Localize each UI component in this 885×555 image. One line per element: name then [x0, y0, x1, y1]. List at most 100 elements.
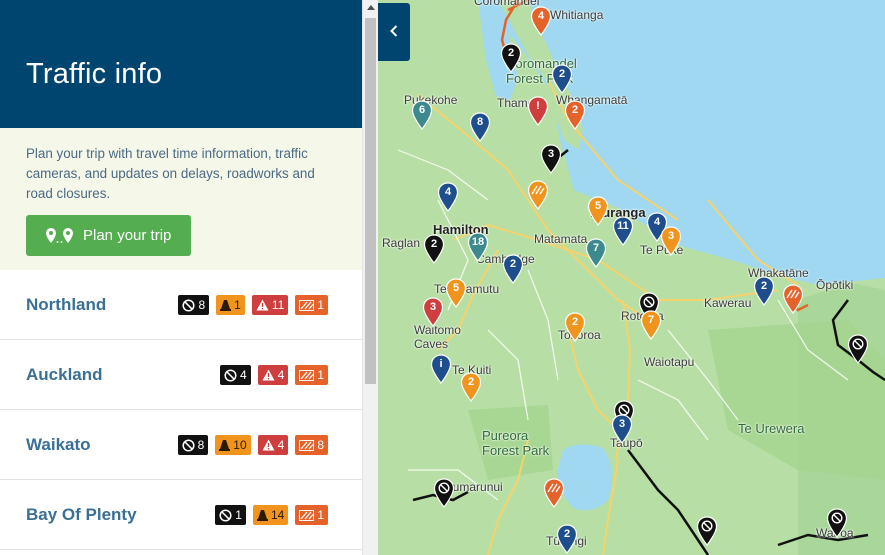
page-title: Traffic info — [26, 58, 163, 90]
region-row-northland[interactable]: Northland 8 1 11 1 — [0, 270, 362, 340]
delay-stripes-icon — [786, 289, 800, 299]
map-pin-closure[interactable] — [847, 334, 869, 364]
plan-trip-button[interactable]: Plan your trip — [26, 215, 192, 256]
closures-badge: 8 — [177, 435, 209, 455]
map-pin-count: 5 — [594, 200, 602, 212]
place-te-urewera: Te Urewera — [738, 421, 805, 436]
region-name[interactable]: Auckland — [26, 365, 103, 385]
delay-stripes-icon — [299, 369, 315, 381]
map-pin-roadwork[interactable]: 5 — [445, 278, 467, 308]
map-pin-camera[interactable]: 6 — [411, 100, 433, 130]
delay-stripes-icon — [299, 509, 315, 521]
map-pin-info[interactable]: 2 — [753, 276, 775, 306]
place-opotiki: Ōpōtiki — [816, 278, 854, 292]
warning-icon — [262, 369, 275, 381]
map-pin-info[interactable]: 3 — [611, 414, 633, 444]
region-row-waikato[interactable]: Waikato 8 10 4 8 — [0, 410, 362, 480]
road-closed-icon — [219, 508, 232, 522]
region-row-auckland[interactable]: Auckland 4 4 1 — [0, 340, 362, 410]
region-badges: 4 4 1 — [219, 365, 328, 385]
warnings-badge: 4 — [257, 435, 289, 455]
map-pin-closure[interactable]: 3 — [540, 144, 562, 174]
region-badges: 1 14 1 — [215, 505, 328, 525]
map-pin-roadwork[interactable]: 2 — [460, 372, 482, 402]
map-pin-delay[interactable]: 4 — [530, 6, 552, 36]
map-pin-warning[interactable]: 3 — [422, 297, 444, 327]
scroll-up-arrow[interactable] — [367, 5, 375, 10]
warning-icon — [262, 439, 275, 451]
map-pin-count: 2 — [760, 280, 768, 292]
map-pin-count: 3 — [547, 148, 555, 160]
map-pin-closure[interactable] — [433, 478, 455, 508]
place-raglan: Raglan — [382, 236, 421, 250]
map-pin-camera[interactable]: 7 — [585, 238, 607, 268]
map-pin-info[interactable]: i — [430, 354, 452, 384]
place-kawerau: Kawerau — [704, 296, 752, 310]
map-pin-count: 2 — [558, 68, 566, 80]
map-pin-delay[interactable] — [782, 284, 804, 314]
map-pin-count: 3 — [667, 230, 675, 242]
place-waiotapu: Waiotapu — [644, 355, 695, 369]
map-pin-count: 2 — [430, 238, 438, 250]
sidebar-scrollbar[interactable] — [362, 0, 378, 555]
map-pin-roadwork[interactable] — [527, 180, 549, 210]
map-pin-count: 2 — [563, 528, 571, 540]
map-pin-info[interactable]: 4 — [437, 182, 459, 212]
delays-badge: 1 — [295, 365, 328, 385]
traffic-cone-icon — [256, 510, 268, 521]
roadworks-badge: 14 — [252, 505, 289, 525]
map-pin-count: 4 — [444, 186, 452, 198]
scrollbar-thumb[interactable] — [365, 18, 376, 384]
plan-trip-label: Plan your trip — [83, 227, 172, 244]
map-pin-info[interactable]: 11 — [612, 216, 634, 246]
region-badges: 8 10 4 8 — [177, 435, 328, 455]
traffic-cone-icon — [220, 300, 232, 311]
road-closed-icon — [643, 296, 655, 308]
map-pin-count: 3 — [618, 418, 626, 430]
roadworks-badge: 1 — [216, 295, 245, 315]
map-pin-closure[interactable]: 2 — [423, 234, 445, 264]
map-pin-roadwork[interactable]: 7 — [640, 310, 662, 340]
map-pin-roadwork[interactable]: 5 — [587, 196, 609, 226]
map-pin-delay[interactable]: 2 — [564, 100, 586, 130]
warnings-badge: 11 — [251, 295, 289, 315]
road-closed-icon — [852, 338, 864, 350]
collapse-sidebar-button[interactable] — [378, 3, 410, 61]
delays-badge: 1 — [295, 295, 328, 315]
place-pureora-forest-park: Pureora Forest Park — [482, 428, 550, 458]
roadwork-stripes-icon — [531, 185, 545, 195]
closures-badge: 4 — [219, 365, 251, 385]
roadworks-badge: 10 — [215, 435, 251, 455]
road-closed-icon — [831, 512, 843, 524]
road-closed-icon — [438, 482, 450, 494]
map-pin-count: 2 — [571, 316, 579, 328]
region-name[interactable]: Bay Of Plenty — [26, 505, 137, 525]
map-pin-info[interactable]: 2 — [502, 254, 524, 284]
map-pin-roadwork[interactable]: 3 — [660, 226, 682, 256]
region-row-bay-of-plenty[interactable]: Bay Of Plenty 1 14 1 — [0, 480, 362, 550]
region-name[interactable]: Waikato — [26, 435, 91, 455]
map-pin-closure[interactable] — [696, 516, 718, 546]
map-pin-info[interactable]: 2 — [551, 64, 573, 94]
map-pin-count: 8 — [476, 116, 484, 128]
map-pin-info[interactable]: 8 — [469, 112, 491, 142]
map-pin-count: 18 — [471, 236, 485, 248]
map-pin-delay[interactable] — [543, 478, 565, 508]
traffic-map[interactable]: Coromandel Whitianga Coromandel Forest Pa… — [378, 0, 885, 555]
map-pin-roadwork[interactable]: 2 — [564, 312, 586, 342]
map-pin-count: 7 — [647, 314, 655, 326]
map-pin-warning[interactable]: ! — [527, 96, 549, 126]
region-name[interactable]: Northland — [26, 295, 106, 315]
map-pin-info[interactable]: 2 — [556, 524, 578, 554]
closures-badge: 1 — [215, 505, 246, 525]
map-pin-camera[interactable]: 18 — [467, 232, 489, 262]
map-pin-count: ! — [536, 100, 540, 112]
map-pin-closure[interactable]: 2 — [500, 43, 522, 73]
traffic-sidebar: Traffic info Plan your trip with travel … — [0, 0, 362, 555]
map-pin-count: 4 — [537, 10, 545, 22]
warning-icon — [256, 299, 269, 311]
map-pin-closure[interactable] — [826, 508, 848, 538]
map-pin-count: 7 — [592, 242, 600, 254]
route-pins-icon — [46, 227, 73, 243]
map-pin-count: 2 — [507, 47, 515, 59]
